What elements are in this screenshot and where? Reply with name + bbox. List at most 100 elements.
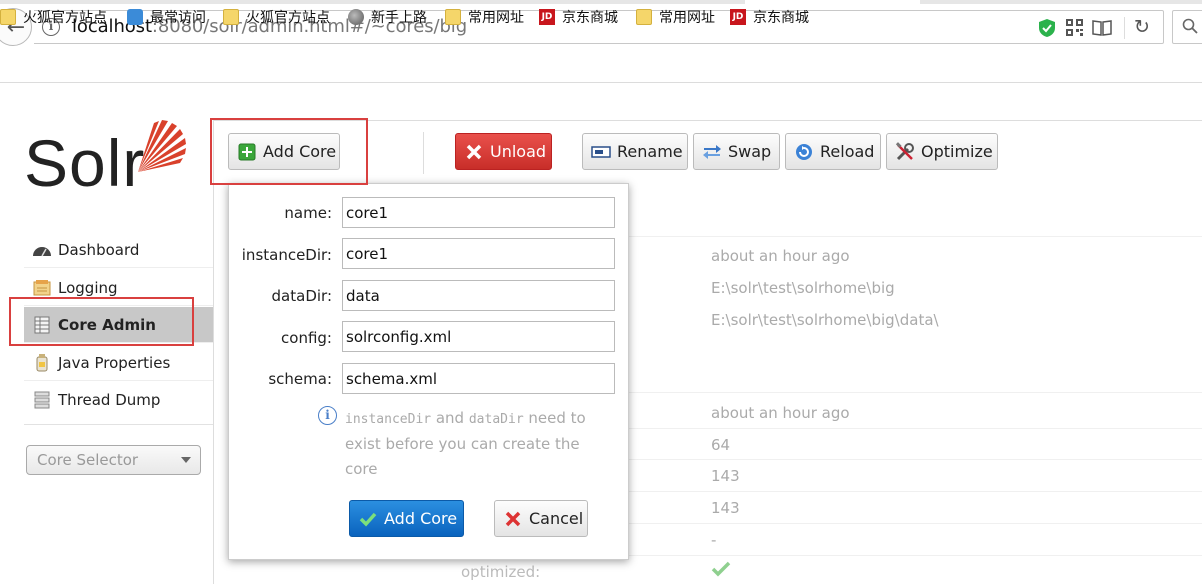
bookmark-label: 最常访问 xyxy=(150,10,206,26)
reload-button[interactable]: Reload xyxy=(785,133,881,170)
bookmark-item[interactable]: 常用网址 xyxy=(445,7,524,27)
bookmarks-bar xyxy=(0,51,1202,83)
highlight-box xyxy=(210,118,368,185)
bookmark-item[interactable]: JD 京东商城 xyxy=(539,7,618,27)
name-label: name: xyxy=(284,204,332,222)
submit-add-core-button[interactable]: Add Core xyxy=(349,500,464,537)
folder-icon xyxy=(445,9,461,25)
sidebar-item-label: Dashboard xyxy=(58,240,140,259)
bookmark-label: 常用网址 xyxy=(468,10,524,26)
folder-icon xyxy=(636,9,652,25)
highlight-box xyxy=(9,297,194,346)
core-start-time: about an hour ago xyxy=(711,247,850,265)
cancel-button[interactable]: Cancel xyxy=(494,500,588,537)
bookmark-label: 火狐官方站点 xyxy=(246,10,330,26)
rename-icon xyxy=(591,142,611,162)
qr-code-icon[interactable] xyxy=(1066,19,1083,36)
schema-input[interactable] xyxy=(342,363,615,394)
bookmark-label: 京东商城 xyxy=(753,10,809,26)
solr-logo-icon[interactable] xyxy=(132,118,188,174)
java-icon xyxy=(36,353,48,371)
reader-view-icon[interactable] xyxy=(1092,19,1112,36)
bookmark-item[interactable]: JD 京东商城 xyxy=(730,7,809,27)
unload-button[interactable]: Unload xyxy=(455,133,552,170)
bookmark-label: 常用网址 xyxy=(659,10,715,26)
core-selector-label: Core Selector xyxy=(37,451,139,469)
hint-and: and xyxy=(431,409,469,427)
bookmark-item[interactable]: 最常访问 xyxy=(127,7,206,27)
chevron-down-icon xyxy=(181,457,191,463)
index-num-docs: 143 xyxy=(711,467,740,485)
cancel-label: Cancel xyxy=(529,509,584,528)
cancel-icon xyxy=(503,509,523,529)
folder-icon xyxy=(223,9,239,25)
unload-icon xyxy=(464,142,484,162)
index-deleted-docs: - xyxy=(711,531,717,549)
instance-dir-label: instanceDir: xyxy=(241,246,332,264)
info-icon: i xyxy=(318,406,337,425)
folder-icon xyxy=(0,9,16,25)
tools-icon xyxy=(895,141,915,162)
toolbar-separator xyxy=(423,132,424,174)
index-max-doc: 143 xyxy=(711,499,740,517)
index-optimized-label: optimized: xyxy=(461,563,541,581)
bookmark-label: 新手上路 xyxy=(371,10,427,26)
reload-label: Reload xyxy=(820,142,875,161)
core-data-dir: E:\solr\test\solrhome\big\data\ xyxy=(711,311,939,329)
swap-label: Swap xyxy=(728,142,772,161)
thread-dump-icon xyxy=(34,391,50,409)
bookmark-label: 火狐官方站点 xyxy=(23,10,107,26)
optimize-label: Optimize xyxy=(921,142,993,161)
rename-button[interactable]: Rename xyxy=(582,133,688,170)
unload-label: Unload xyxy=(490,142,547,161)
optimize-button[interactable]: Optimize xyxy=(886,133,998,170)
jd-icon: JD xyxy=(730,9,746,25)
data-dir-input[interactable] xyxy=(342,280,615,311)
shield-icon[interactable] xyxy=(1038,18,1056,38)
most-visited-icon xyxy=(127,9,143,25)
sidebar-item-dashboard[interactable]: Dashboard xyxy=(24,232,213,268)
core-instance-dir: E:\solr\test\solrhome\big xyxy=(711,279,895,297)
hint-data-dir: dataDir xyxy=(468,412,524,427)
schema-label: schema: xyxy=(268,370,332,388)
toolbar-separator xyxy=(1124,17,1125,39)
core-selector[interactable]: Core Selector xyxy=(26,445,201,475)
sidebar-separator xyxy=(24,424,213,425)
name-input[interactable] xyxy=(342,197,615,228)
swap-icon xyxy=(702,142,722,162)
dashboard-icon xyxy=(33,246,51,256)
data-dir-label: dataDir: xyxy=(271,287,332,305)
solr-logo-text[interactable]: Solr xyxy=(24,130,145,196)
hint-instance-dir: instanceDir xyxy=(345,412,432,427)
index-last-modified: about an hour ago xyxy=(711,404,850,422)
check-icon xyxy=(358,509,378,529)
reload-page-icon[interactable]: ↻ xyxy=(1134,16,1150,38)
tab-strip xyxy=(0,0,745,4)
sidebar-item-label: Thread Dump xyxy=(58,391,161,409)
index-version: 64 xyxy=(711,436,731,454)
instance-dir-input[interactable] xyxy=(342,238,615,269)
jd-icon: JD xyxy=(539,9,555,25)
bookmark-item[interactable]: 新手上路 xyxy=(348,7,427,27)
sidebar-item-label: Java Properties xyxy=(58,353,171,372)
search-icon xyxy=(1182,18,1198,34)
directory-hint: instanceDir and dataDir need to exist be… xyxy=(345,406,615,482)
sidebar-divider xyxy=(213,120,214,584)
sidebar-item-java-properties[interactable]: Java Properties xyxy=(24,345,213,381)
submit-label: Add Core xyxy=(384,509,458,528)
checkmark-icon xyxy=(711,561,731,577)
bookmark-item[interactable]: 常用网址 xyxy=(636,7,715,27)
sidebar-item-thread-dump[interactable]: Thread Dump xyxy=(24,382,213,418)
bookmark-label: 京东商城 xyxy=(562,10,618,26)
logging-icon xyxy=(33,279,51,295)
reload-icon xyxy=(794,142,814,162)
config-input[interactable] xyxy=(342,321,615,352)
tab-strip xyxy=(920,0,1202,4)
swap-button[interactable]: Swap xyxy=(693,133,780,170)
bookmark-item[interactable]: 火狐官方站点 xyxy=(0,7,107,27)
config-label: config: xyxy=(281,329,332,347)
sidebar-item-label: Logging xyxy=(58,278,118,297)
rename-label: Rename xyxy=(617,142,683,161)
bookmark-item[interactable]: 火狐官方站点 xyxy=(223,7,330,27)
globe-icon xyxy=(348,9,364,25)
